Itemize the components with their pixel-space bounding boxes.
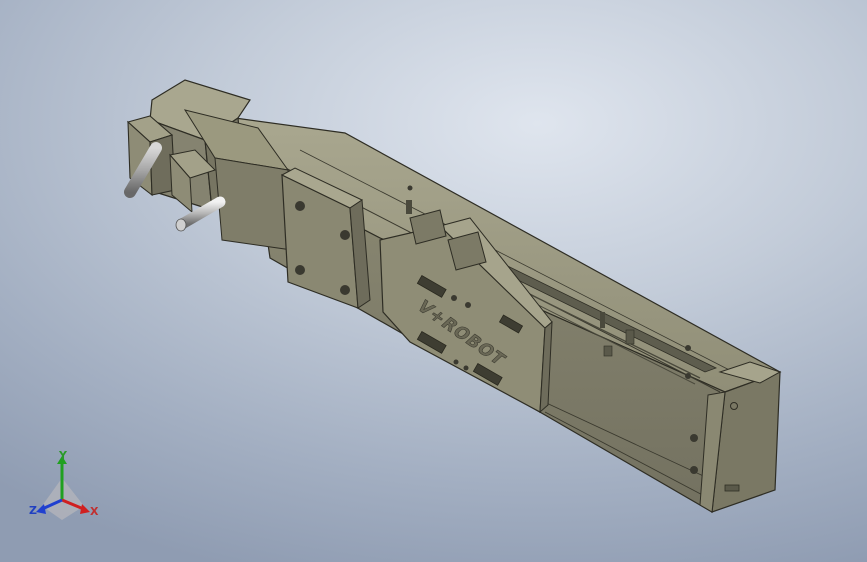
plate-screw xyxy=(295,201,305,211)
z-axis-label: Z xyxy=(29,504,37,517)
end-cap-screw xyxy=(690,466,698,474)
graphics-viewport[interactable]: V+ROBOT Y X Z xyxy=(0,0,867,562)
linear-actuator-model[interactable]: V+ROBOT xyxy=(0,0,867,562)
axis-triad[interactable]: Y X Z xyxy=(22,448,106,526)
x-axis-label: X xyxy=(90,505,99,518)
end-cap-screw xyxy=(690,434,698,442)
plate-screw xyxy=(295,265,305,275)
plate-screw xyxy=(340,285,350,295)
shaft-lower[interactable] xyxy=(175,196,226,232)
plate-screw xyxy=(340,230,350,240)
y-axis-label: Y xyxy=(59,449,67,462)
